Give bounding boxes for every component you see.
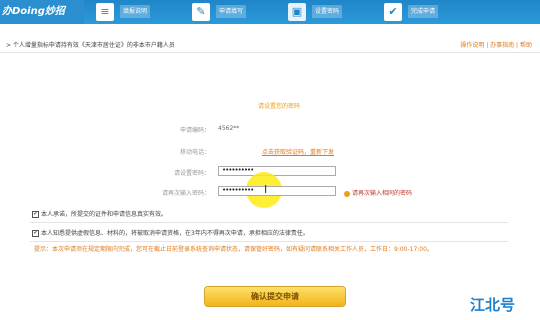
applicant-row: 申请编码： 4562**	[0, 123, 540, 135]
warning-icon	[344, 190, 350, 197]
mobile-label: 移动电话：	[179, 149, 210, 156]
step-3[interactable]: ▣ 设置密码	[288, 2, 346, 22]
top-steps-bar: 办Doing妙招 ≡ 填报说明 ✎ 申请填写 ▣ 设置密码 ✔ 完成申请	[0, 0, 540, 24]
applicant-value: 4562**	[218, 125, 240, 132]
header-links[interactable]: 操作说明 | 办事指南 | 帮助	[460, 40, 532, 49]
page-title: > 个人增量指标申请持有效《天津市居住证》的非本市户籍人员	[6, 42, 175, 49]
confirm-row: 请再次输入密码： •••••••••• 请再次输入相同的密码	[0, 186, 540, 198]
step-4[interactable]: ✔ 完成申请	[384, 2, 442, 22]
step-label: 填报说明	[120, 5, 150, 18]
checkbox-label: 本人承诺，所提交的证件和申请信息真实有效。	[41, 211, 168, 218]
check-icon: ✔	[384, 3, 402, 21]
step-label: 设置密码	[312, 5, 342, 18]
password-input[interactable]: ••••••••••	[218, 166, 336, 176]
checkbox-icon[interactable]: ✔	[32, 211, 39, 218]
get-code-link[interactable]: 点击获取验证码，重新下发	[262, 147, 334, 156]
document-icon: ≡	[96, 3, 114, 21]
step-label: 申请填写	[216, 5, 246, 18]
confirm-hint: 请再次输入相同的密码	[344, 188, 412, 197]
commitment-checkbox[interactable]: ✔ 本人承诺，所提交的证件和申请信息真实有效。	[32, 209, 502, 219]
notice-text: 提示：本次申请须在规定期限内完成，您可在截止日前登录系统查询申请状态，请保管好密…	[34, 246, 433, 253]
confirm-hint-text: 请再次输入相同的密码	[352, 190, 413, 197]
form-message: 请设置您的密码	[258, 103, 301, 110]
watermark: 江北号	[470, 296, 516, 314]
applicant-label: 申请编码：	[179, 127, 210, 134]
checkbox-label: 本人知悉提供虚假信息、材料的，将被取消申请资格，在3年内不得再次申请，承担相应的…	[41, 230, 309, 237]
awareness-checkbox[interactable]: ✔ 本人知悉提供虚假信息、材料的，将被取消申请资格，在3年内不得再次申请，承担相应…	[32, 228, 502, 238]
confirm-password-input[interactable]: ••••••••••	[218, 186, 336, 196]
divider	[30, 241, 508, 242]
submit-button[interactable]: 确认提交申请	[205, 287, 345, 306]
step-1[interactable]: ≡ 填报说明	[96, 2, 154, 22]
checkbox-icon[interactable]: ✔	[32, 230, 39, 237]
divider	[30, 222, 508, 223]
confirm-label: 请再次输入密码：	[161, 190, 210, 197]
page-header: > 个人增量指标申请持有效《天津市居住证》的非本市户籍人员 操作说明 | 办事指…	[0, 36, 540, 53]
site-logo: 办Doing妙招	[0, 0, 84, 24]
mobile-row: 移动电话： 点击获取验证码，重新下发	[0, 145, 540, 157]
step-2[interactable]: ✎ 申请填写	[192, 2, 250, 22]
text-cursor-icon: I	[264, 183, 268, 196]
pencil-icon: ✎	[192, 3, 210, 21]
password-label: 请设置密码：	[173, 170, 210, 177]
lock-icon: ▣	[288, 3, 306, 21]
step-label: 完成申请	[408, 5, 438, 18]
